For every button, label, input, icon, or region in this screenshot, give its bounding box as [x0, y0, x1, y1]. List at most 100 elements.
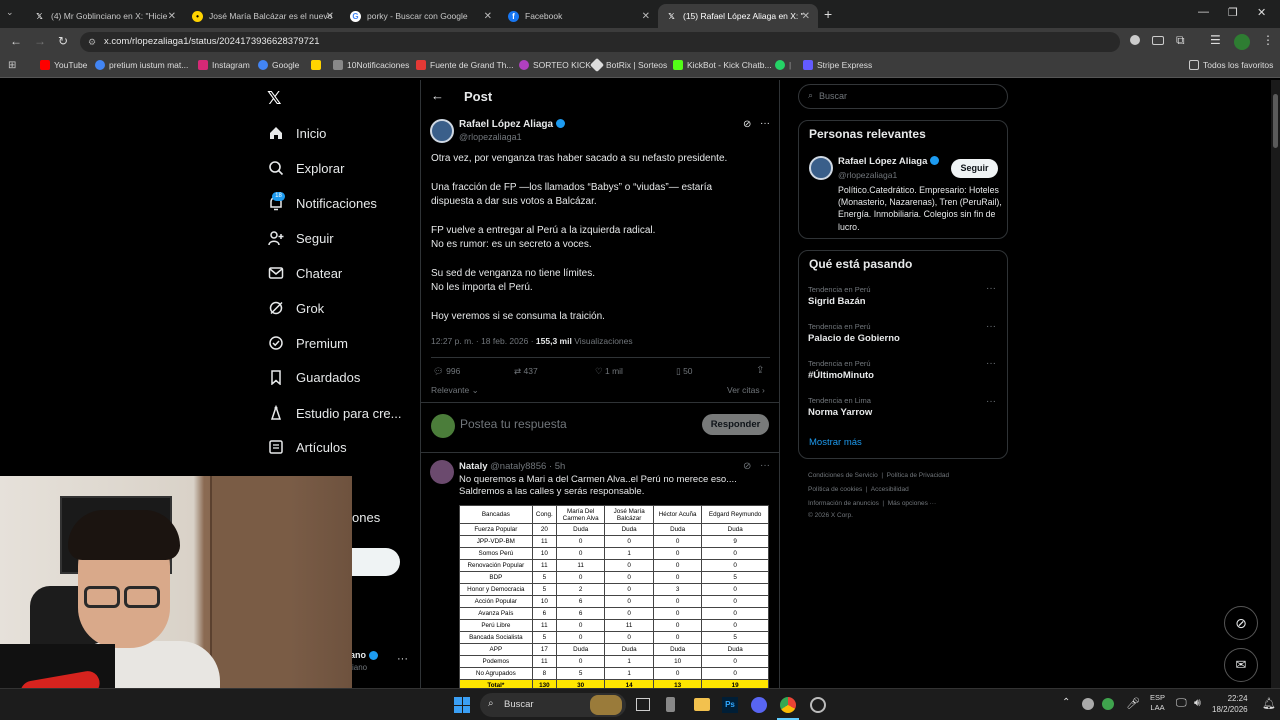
- footer-links-2[interactable]: Política de cookies | Accesibilidad: [808, 486, 909, 493]
- tray-icon[interactable]: [1102, 698, 1114, 710]
- bookmark-botrix[interactable]: BotRix | Sorteos: [589, 57, 667, 73]
- share-icon[interactable]: ⇪: [756, 365, 764, 376]
- x-logo-icon[interactable]: 𝕏: [267, 88, 282, 109]
- sidebar-item-inicio[interactable]: Inicio: [268, 125, 326, 141]
- show-more-link[interactable]: Mostrar más: [809, 437, 862, 448]
- account-name-partial[interactable]: ano: [350, 650, 378, 661]
- bookmark-star[interactable]: [311, 60, 325, 70]
- extensions-puzzle-icon[interactable]: ⧉: [1176, 33, 1185, 48]
- repost-stat[interactable]: ⇄ 437: [514, 366, 538, 377]
- clock[interactable]: 22:24 18/2/2026: [1212, 693, 1248, 715]
- author-avatar[interactable]: [430, 119, 454, 143]
- more-options-icon[interactable]: ···: [986, 283, 996, 294]
- menu-icon[interactable]: ⋮: [1262, 33, 1274, 47]
- close-icon[interactable]: ✕: [326, 11, 334, 22]
- forward-icon[interactable]: →: [34, 34, 46, 48]
- apps-grid-icon[interactable]: ⊞: [8, 60, 16, 71]
- microphone-icon[interactable]: 🎤︎: [1126, 697, 1140, 710]
- site-info-icon[interactable]: ⚙: [88, 32, 96, 52]
- volume-icon[interactable]: 🔊︎: [1194, 697, 1201, 710]
- view-quotes-link[interactable]: Ver citas ›: [727, 385, 765, 395]
- maximize-button[interactable]: ❐: [1228, 6, 1238, 19]
- back-icon[interactable]: ←: [10, 34, 22, 48]
- close-icon[interactable]: ✕: [168, 11, 176, 22]
- reading-list-icon[interactable]: ☰: [1210, 33, 1221, 47]
- bookmark-stripe[interactable]: Stripe Express: [803, 60, 872, 70]
- tray-icon[interactable]: [1082, 698, 1094, 710]
- trend-item[interactable]: Tendencia en Lima Norma Yarrow: [808, 396, 872, 418]
- bookmark-whatsapp[interactable]: |: [775, 60, 791, 70]
- follow-button[interactable]: Seguir: [951, 159, 998, 178]
- reply-input[interactable]: Postea tu respuesta: [460, 417, 567, 431]
- network-icon[interactable]: 🖵︎: [1176, 697, 1187, 710]
- taskbar-app-icon[interactable]: [810, 697, 826, 713]
- photoshop-icon[interactable]: Ps: [722, 697, 738, 713]
- extension-icon[interactable]: [1152, 36, 1164, 45]
- tab-4[interactable]: f Facebook ✕: [500, 4, 658, 28]
- grok-icon[interactable]: ⊘: [743, 461, 751, 472]
- sidebar-item-estudio[interactable]: Estudio para cre...: [268, 405, 402, 421]
- url-bar[interactable]: ⚙ x.com/rlopezaliaga1/status/20241739366…: [80, 32, 1120, 52]
- reply-image-table[interactable]: Bancadas Cong. María Del Carmen Alva Jos…: [459, 505, 771, 688]
- new-tab-button[interactable]: +: [824, 6, 832, 22]
- sidebar-item-grok[interactable]: Grok: [268, 300, 324, 316]
- chrome-icon[interactable]: [780, 697, 796, 713]
- author-name[interactable]: Rafael López Aliaga: [459, 119, 565, 130]
- close-icon[interactable]: ✕: [802, 11, 810, 22]
- close-icon[interactable]: ✕: [642, 11, 650, 22]
- more-options-icon[interactable]: ···: [986, 358, 996, 369]
- bookmark-google[interactable]: Google: [258, 60, 299, 70]
- tab-2[interactable]: • José María Balcázar es el nuevo ✕: [184, 4, 342, 28]
- tab-1[interactable]: 𝕏 (4) Mr Goblinciano en X: "Hicie ✕: [26, 4, 184, 28]
- reply-button[interactable]: Responder: [702, 414, 769, 435]
- scrollbar[interactable]: [1271, 80, 1280, 688]
- back-arrow-icon[interactable]: ←: [431, 88, 444, 103]
- sidebar-item-explorar[interactable]: Explorar: [268, 160, 344, 176]
- search-input[interactable]: ⌕ Buscar: [798, 84, 1008, 109]
- sidebar-item-seguir[interactable]: Seguir: [268, 230, 334, 246]
- bookmark-all-favorites[interactable]: Todos los favoritos: [1189, 60, 1273, 70]
- taskbar-app-icon[interactable]: [666, 697, 675, 712]
- close-icon[interactable]: ✕: [484, 11, 492, 22]
- file-explorer-icon[interactable]: [694, 698, 710, 711]
- notifications-icon[interactable]: 🔔︎: [1262, 697, 1276, 710]
- tray-chevron-icon[interactable]: ⌃: [1062, 697, 1070, 708]
- post-button-partial[interactable]: [352, 548, 400, 576]
- bookmark-pretium[interactable]: pretium iustum mat...: [95, 60, 188, 70]
- tab-5-active[interactable]: 𝕏 (15) Rafael López Aliaga en X: " ✕: [658, 4, 818, 28]
- scrollbar-thumb[interactable]: [1273, 94, 1278, 148]
- bookmark-kickbot[interactable]: KickBot - Kick Chatb...: [673, 60, 772, 70]
- reply-author-avatar[interactable]: [430, 460, 454, 484]
- extension-icon[interactable]: [1130, 35, 1140, 45]
- task-view-icon[interactable]: [636, 698, 650, 711]
- bookmark-stat[interactable]: ▯ 50: [676, 366, 693, 377]
- trend-item[interactable]: Tendencia en Perú Palacio de Gobierno: [808, 322, 900, 344]
- windows-start-icon[interactable]: [454, 697, 470, 713]
- bookmark-10notificaciones[interactable]: 10Notificaciones: [333, 60, 409, 70]
- language-indicator[interactable]: ESP LAA: [1150, 693, 1165, 713]
- bookmark-grand-theft[interactable]: Fuente de Grand Th...: [416, 60, 513, 70]
- bookmark-youtube[interactable]: YouTube: [40, 60, 87, 70]
- tab-3[interactable]: G porky - Buscar con Google ✕: [342, 4, 500, 28]
- footer-links-3[interactable]: Información de anuncios | Más opciones ·…: [808, 500, 936, 507]
- person-avatar[interactable]: [809, 156, 833, 180]
- more-options-icon[interactable]: ···: [986, 321, 996, 332]
- more-options-icon[interactable]: ···: [760, 118, 770, 129]
- bookmark-sorteo-kick[interactable]: SORTEO KICK: [519, 60, 591, 70]
- person-handle[interactable]: @rlopezaliaga1: [838, 170, 897, 180]
- discord-icon[interactable]: [751, 697, 767, 713]
- minimize-button[interactable]: —: [1198, 6, 1209, 18]
- footer-links-1[interactable]: Condiciones de Servicio | Política de Pr…: [808, 472, 949, 479]
- grok-icon[interactable]: ⊘: [743, 119, 751, 130]
- trend-item[interactable]: Tendencia en Perú Sigrid Bazán: [808, 285, 871, 307]
- person-name[interactable]: Rafael López Aliaga: [838, 156, 940, 167]
- trend-item[interactable]: Tendencia en Perú #ÚltimoMinuto: [808, 359, 874, 381]
- sidebar-item-chatear[interactable]: Chatear: [268, 265, 342, 281]
- sidebar-item-more-partial[interactable]: ones: [352, 510, 380, 525]
- sidebar-item-guardados[interactable]: Guardados: [268, 369, 360, 385]
- author-handle[interactable]: @rlopezaliaga1: [459, 132, 522, 142]
- reload-icon[interactable]: ↻: [58, 34, 68, 48]
- reply-author[interactable]: Nataly @nataly8856 · 5h: [459, 461, 565, 472]
- grok-float-button[interactable]: ⊘: [1224, 606, 1258, 640]
- like-stat[interactable]: ♡ 1 mil: [595, 366, 623, 377]
